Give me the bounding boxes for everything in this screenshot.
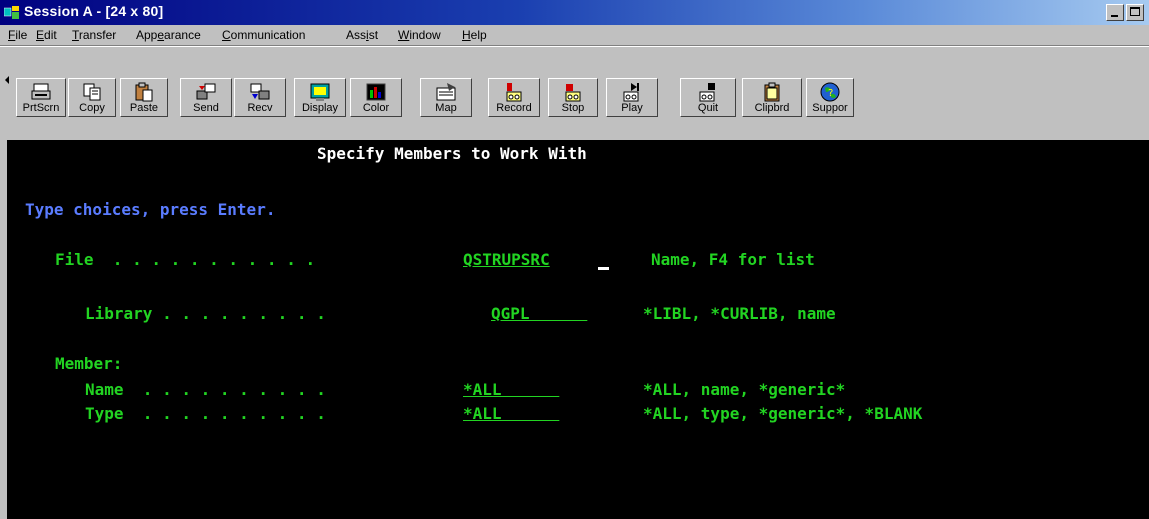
copy-toolbar-button[interactable]: Copy (68, 78, 116, 117)
file-input[interactable]: QSTRUPSRC (463, 250, 550, 270)
play-toolbar-button[interactable]: Play (606, 78, 658, 117)
toolbar-scroll-left-icon[interactable] (2, 73, 12, 87)
clipbrd-toolbar-button[interactable]: Clipbrd (742, 78, 802, 117)
library-label: Library . . . . . . . . . (85, 304, 326, 323)
recv-toolbar-button[interactable]: Recv (234, 78, 286, 117)
send-toolbar-button[interactable]: Send (180, 78, 232, 117)
member-name-help: *ALL, name, *generic* (643, 380, 846, 399)
title-bar[interactable]: Session A - [24 x 80] (0, 0, 1149, 25)
copy-icon (83, 83, 101, 101)
toolbar-button-label: Recv (247, 102, 273, 114)
toolbar-button-label: Map (435, 102, 457, 114)
terminal-screen[interactable]: Specify Members to Work With Type choice… (7, 140, 1149, 519)
instruction-text: Type choices, press Enter. (25, 200, 276, 219)
file-help: Name, F4 for list (651, 250, 815, 269)
menu-item[interactable]: Communication (222, 28, 305, 42)
member-type-input[interactable]: *ALL (463, 404, 559, 424)
toolbar-button-label: PrtScrn (22, 102, 60, 114)
quit-icon (699, 83, 715, 102)
prtscrn-toolbar-button[interactable]: PrtScrn (16, 78, 66, 117)
session-icon (4, 6, 19, 19)
record-toolbar-button[interactable]: Record (488, 78, 540, 117)
toolbar-button-label: Stop (561, 102, 585, 114)
toolbar-button-label: Play (621, 102, 643, 114)
menu-bar: File Edit Transfer Appearance Communication A… (0, 25, 1149, 46)
svg-text:?: ? (828, 88, 833, 99)
toolbar-button-label: Quit (697, 102, 719, 114)
member-type-label: Type . . . . . . . . . . (85, 404, 326, 423)
member-label: Member: (55, 354, 123, 373)
window-title: Session A - [24 x 80] (24, 3, 164, 19)
suppor-toolbar-button[interactable]: ? Suppor (806, 78, 854, 117)
support-globe-icon: ? (820, 82, 840, 102)
menu-item[interactable]: Edit (36, 28, 57, 42)
display-toolbar-button[interactable]: Display (294, 78, 346, 117)
printer-icon (31, 83, 51, 100)
display-icon (310, 83, 330, 101)
toolbar-button-label: Display (301, 102, 339, 114)
menu-item[interactable]: Help (462, 28, 487, 42)
toolbar-button-label: Paste (129, 102, 159, 114)
library-input[interactable]: QGPL (491, 304, 587, 324)
menu-item[interactable]: File (8, 28, 27, 42)
toolbar-button-label: Color (362, 102, 390, 114)
text-cursor (598, 267, 609, 270)
stop-icon (565, 84, 581, 102)
toolbar-button-label: Send (193, 102, 219, 114)
quit-toolbar-button[interactable]: Quit (680, 78, 736, 117)
menu-item[interactable]: Appearance (136, 28, 201, 42)
color-icon (366, 83, 386, 101)
file-label: File . . . . . . . . . . . (55, 250, 316, 269)
record-icon (506, 83, 522, 102)
maximize-button[interactable] (1126, 4, 1144, 21)
toolbar: PrtScrn Copy Paste Send Recv Display Color Map R… (0, 46, 1149, 141)
map-icon (436, 83, 456, 101)
member-name-label: Name . . . . . . . . . . (85, 380, 326, 399)
play-icon (623, 83, 639, 102)
toolbar-button-label: Suppor (812, 102, 848, 114)
paste-toolbar-button[interactable]: Paste (120, 78, 168, 117)
minimize-button[interactable] (1106, 4, 1124, 21)
menu-item[interactable]: Assist (346, 28, 378, 42)
clipboard-icon (764, 82, 780, 102)
emulator-window: Session A - [24 x 80] File Edit Transfer Ap… (0, 0, 1149, 519)
menu-item[interactable]: Transfer (72, 28, 116, 42)
send-icon (196, 83, 216, 100)
toolbar-button-label: Copy (79, 102, 105, 114)
toolbar-button-label: Record (496, 102, 532, 114)
toolbar-button-label: Clipbrd (754, 102, 790, 114)
paste-icon (135, 82, 153, 102)
map-toolbar-button[interactable]: Map (420, 78, 472, 117)
screen-title: Specify Members to Work With (317, 144, 587, 163)
library-help: *LIBL, *CURLIB, name (643, 304, 836, 323)
color-toolbar-button[interactable]: Color (350, 78, 402, 117)
member-type-help: *ALL, type, *generic*, *BLANK (643, 404, 923, 423)
receive-icon (250, 83, 270, 100)
member-name-input[interactable]: *ALL (463, 380, 559, 400)
stop-toolbar-button[interactable]: Stop (548, 78, 598, 117)
menu-item[interactable]: Window (398, 28, 441, 42)
